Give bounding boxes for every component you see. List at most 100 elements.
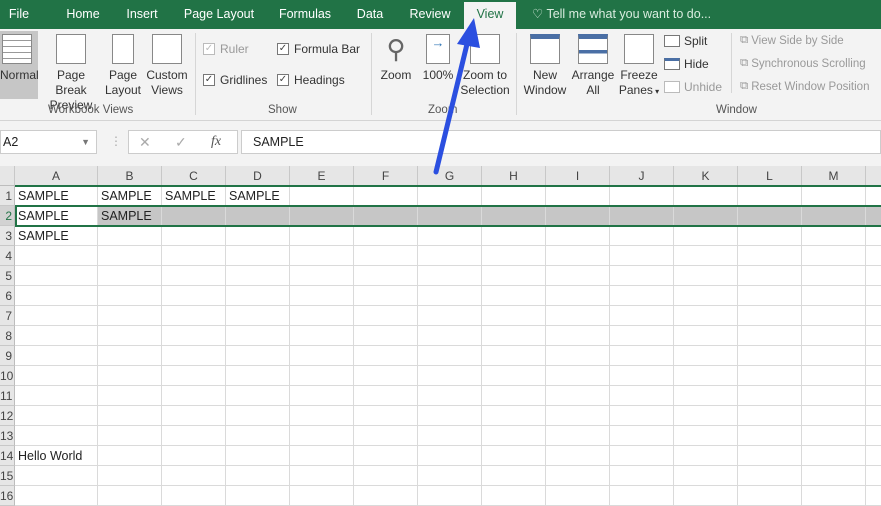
cell-M9[interactable] (802, 346, 866, 366)
cell-N3[interactable] (866, 226, 881, 246)
cell-B3[interactable] (98, 226, 162, 246)
cell-K15[interactable] (674, 466, 738, 486)
cell-B4[interactable] (98, 246, 162, 266)
cell-A8[interactable] (15, 326, 98, 346)
cell-A4[interactable] (15, 246, 98, 266)
cell-L10[interactable] (738, 366, 802, 386)
tab-formulas[interactable]: Formulas (272, 0, 338, 29)
cell-K8[interactable] (674, 326, 738, 346)
cell-L9[interactable] (738, 346, 802, 366)
cell-L5[interactable] (738, 266, 802, 286)
ruler-checkbox[interactable]: ✓ Ruler (203, 42, 249, 56)
cell-C14[interactable] (162, 446, 226, 466)
cell-J7[interactable] (610, 306, 674, 326)
cell-L15[interactable] (738, 466, 802, 486)
arrange-all-button[interactable]: Arrange All (570, 31, 616, 98)
cell-H14[interactable] (482, 446, 546, 466)
cell-D10[interactable] (226, 366, 290, 386)
custom-views-button[interactable]: Custom Views (144, 31, 190, 98)
cell-H4[interactable] (482, 246, 546, 266)
select-all-corner[interactable] (0, 166, 15, 186)
cell-M5[interactable] (802, 266, 866, 286)
cell-B11[interactable] (98, 386, 162, 406)
cell-E16[interactable] (290, 486, 354, 506)
cell-C6[interactable] (162, 286, 226, 306)
cell-M1[interactable] (802, 186, 866, 206)
cell-I15[interactable] (546, 466, 610, 486)
zoom-button[interactable]: ⚲ Zoom (376, 31, 416, 83)
cell-C8[interactable] (162, 326, 226, 346)
cell-K13[interactable] (674, 426, 738, 446)
cell-C16[interactable] (162, 486, 226, 506)
cell-K9[interactable] (674, 346, 738, 366)
cell-K5[interactable] (674, 266, 738, 286)
column-header-G[interactable]: G (418, 166, 482, 186)
tab-file[interactable]: File (0, 0, 38, 29)
cell-I7[interactable] (546, 306, 610, 326)
cell-K10[interactable] (674, 366, 738, 386)
cell-M14[interactable] (802, 446, 866, 466)
cell-B2[interactable]: SAMPLE (98, 206, 162, 226)
cell-B15[interactable] (98, 466, 162, 486)
cell-N4[interactable] (866, 246, 881, 266)
cell-L6[interactable] (738, 286, 802, 306)
cell-E5[interactable] (290, 266, 354, 286)
cell-F11[interactable] (354, 386, 418, 406)
cell-J15[interactable] (610, 466, 674, 486)
cell-G7[interactable] (418, 306, 482, 326)
cell-I6[interactable] (546, 286, 610, 306)
split-button[interactable]: Split (664, 34, 707, 48)
row-header-12[interactable]: 12 (0, 406, 15, 426)
cell-A12[interactable] (15, 406, 98, 426)
cell-G10[interactable] (418, 366, 482, 386)
page-break-preview-button[interactable]: Page Break Preview (40, 31, 102, 113)
cell-L2[interactable] (738, 206, 802, 226)
cell-E9[interactable] (290, 346, 354, 366)
zoom-to-selection-button[interactable]: Zoom to Selection (459, 31, 511, 98)
cell-I10[interactable] (546, 366, 610, 386)
row-header-15[interactable]: 15 (0, 466, 15, 486)
cell-I8[interactable] (546, 326, 610, 346)
cell-M8[interactable] (802, 326, 866, 346)
cell-D15[interactable] (226, 466, 290, 486)
cell-D5[interactable] (226, 266, 290, 286)
cell-D9[interactable] (226, 346, 290, 366)
column-header-B[interactable]: B (98, 166, 162, 186)
cell-G12[interactable] (418, 406, 482, 426)
cell-L7[interactable] (738, 306, 802, 326)
cell-N16[interactable] (866, 486, 881, 506)
cell-M12[interactable] (802, 406, 866, 426)
cell-C5[interactable] (162, 266, 226, 286)
cell-M16[interactable] (802, 486, 866, 506)
row-header-11[interactable]: 11 (0, 386, 15, 406)
column-header-D[interactable]: D (226, 166, 290, 186)
cell-B6[interactable] (98, 286, 162, 306)
cell-L13[interactable] (738, 426, 802, 446)
cell-D16[interactable] (226, 486, 290, 506)
cell-K12[interactable] (674, 406, 738, 426)
cell-E8[interactable] (290, 326, 354, 346)
column-header-E[interactable]: E (290, 166, 354, 186)
row-header-3[interactable]: 3 (0, 226, 15, 246)
cell-F2[interactable] (354, 206, 418, 226)
cell-F15[interactable] (354, 466, 418, 486)
unhide-button[interactable]: Unhide (664, 80, 722, 94)
cell-E14[interactable] (290, 446, 354, 466)
cell-A2[interactable]: SAMPLE (15, 206, 98, 226)
cell-H10[interactable] (482, 366, 546, 386)
cell-K14[interactable] (674, 446, 738, 466)
row-header-7[interactable]: 7 (0, 306, 15, 326)
formula-bar-checkbox[interactable]: ✓ Formula Bar (277, 42, 360, 56)
cell-B8[interactable] (98, 326, 162, 346)
row-header-13[interactable]: 13 (0, 426, 15, 446)
cell-H9[interactable] (482, 346, 546, 366)
cell-N9[interactable] (866, 346, 881, 366)
gridlines-checkbox[interactable]: ✓ Gridlines (203, 73, 267, 87)
cell-N15[interactable] (866, 466, 881, 486)
cell-N2[interactable] (866, 206, 881, 226)
cell-B1[interactable]: SAMPLE (98, 186, 162, 206)
column-header-I[interactable]: I (546, 166, 610, 186)
cell-E1[interactable] (290, 186, 354, 206)
cell-E15[interactable] (290, 466, 354, 486)
cell-G9[interactable] (418, 346, 482, 366)
